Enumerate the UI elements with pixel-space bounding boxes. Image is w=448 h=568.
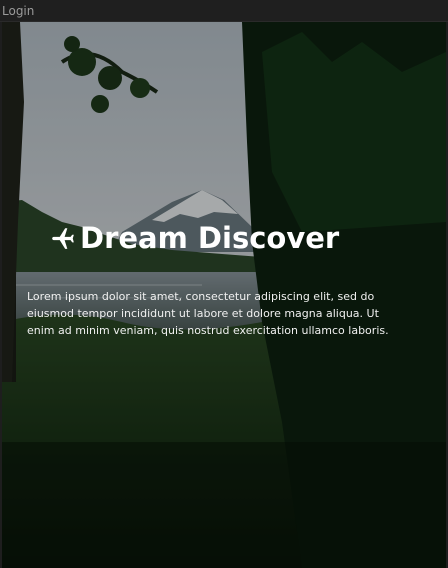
window-title: Login bbox=[2, 4, 35, 18]
hero-description: Lorem ipsum dolor sit amet, consectetur … bbox=[27, 290, 389, 337]
brand-name: Dream Discover bbox=[80, 221, 340, 255]
hero-banner: Dream Discover Lorem ipsum dolor sit ame… bbox=[2, 22, 446, 568]
airplane-icon bbox=[52, 228, 74, 249]
brand-heading: Dream Discover bbox=[50, 220, 339, 256]
window-titlebar: Login bbox=[0, 0, 448, 22]
